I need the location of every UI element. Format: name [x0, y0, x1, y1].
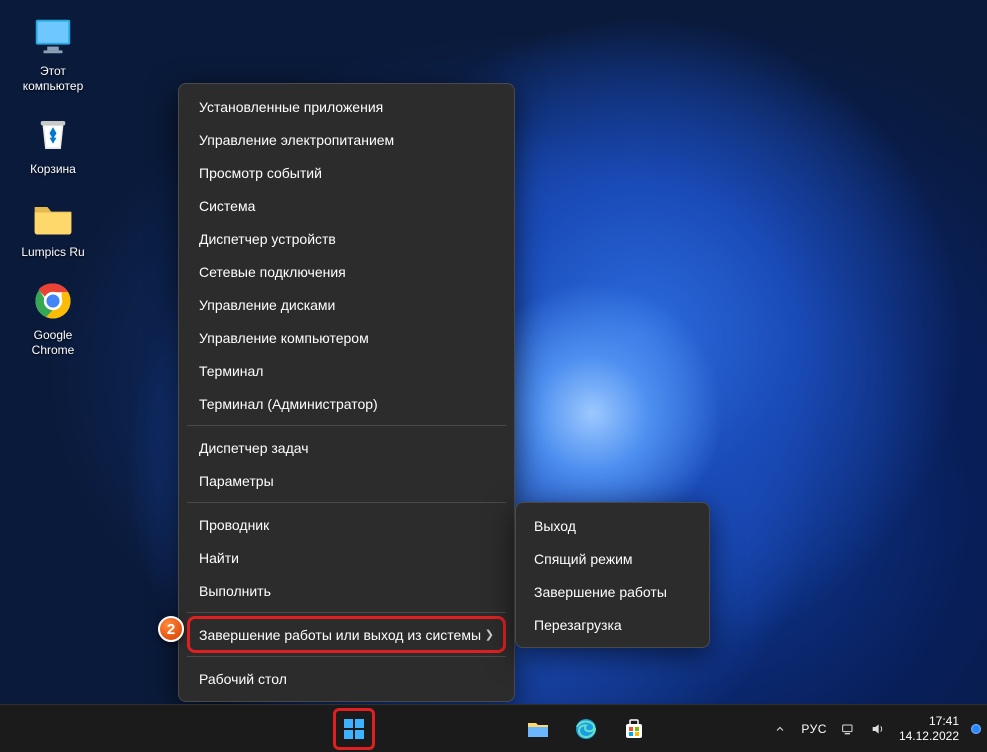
menu-label: Выполнить	[199, 583, 271, 599]
desktop-icon-this-pc[interactable]: Этот компьютер	[14, 14, 92, 94]
clock[interactable]: 17:41 14.12.2022	[899, 714, 959, 744]
taskbar-store[interactable]	[614, 709, 654, 749]
date-text: 14.12.2022	[899, 729, 959, 744]
chevron-right-icon: ❯	[485, 628, 494, 641]
tray-overflow-button[interactable]	[771, 720, 789, 738]
winx-context-menu: Установленные приложения Управление элек…	[178, 83, 515, 702]
menu-label: Рабочий стол	[199, 671, 287, 687]
menu-label: Перезагрузка	[534, 617, 622, 633]
menu-label: Система	[199, 198, 255, 214]
submenu-signout[interactable]: Выход	[516, 509, 709, 542]
desktop-icon-label: Google Chrome	[32, 328, 75, 358]
menu-event-viewer[interactable]: Просмотр событий	[179, 156, 514, 189]
menu-separator	[187, 502, 506, 503]
taskbar-center	[334, 705, 654, 752]
network-icon[interactable]	[839, 720, 857, 738]
menu-explorer[interactable]: Проводник	[179, 508, 514, 541]
menu-label: Выход	[534, 518, 576, 534]
menu-label: Спящий режим	[534, 551, 633, 567]
menu-run[interactable]: Выполнить	[179, 574, 514, 607]
menu-label: Сетевые подключения	[199, 264, 346, 280]
taskbar-edge[interactable]	[566, 709, 606, 749]
menu-label: Управление электропитанием	[199, 132, 394, 148]
desktop-icons: Этот компьютер Корзина Lumpics Ru Google…	[14, 14, 92, 358]
menu-network-connections[interactable]: Сетевые подключения	[179, 255, 514, 288]
menu-label: Терминал	[199, 363, 263, 379]
desktop-icon-label: Корзина	[30, 162, 76, 177]
menu-installed-apps[interactable]: Установленные приложения	[179, 90, 514, 123]
menu-label: Завершение работы или выход из системы	[199, 627, 481, 643]
menu-computer-management[interactable]: Управление компьютером	[179, 321, 514, 354]
submenu-sleep[interactable]: Спящий режим	[516, 542, 709, 575]
menu-label: Установленные приложения	[199, 99, 383, 115]
desktop-icon-label: Этот компьютер	[23, 64, 84, 94]
menu-terminal-admin[interactable]: Терминал (Администратор)	[179, 387, 514, 420]
submenu-shutdown[interactable]: Завершение работы	[516, 575, 709, 608]
menu-label: Управление компьютером	[199, 330, 369, 346]
monitor-icon	[30, 14, 76, 60]
menu-device-manager[interactable]: Диспетчер устройств	[179, 222, 514, 255]
menu-power-options[interactable]: Управление электропитанием	[179, 123, 514, 156]
taskbar-explorer[interactable]	[518, 709, 558, 749]
menu-label: Управление дисками	[199, 297, 335, 313]
menu-label: Параметры	[199, 473, 274, 489]
desktop-icon-recycle-bin[interactable]: Корзина	[14, 112, 92, 177]
taskbar-system-tray: РУС 17:41 14.12.2022	[771, 705, 981, 752]
time-text: 17:41	[899, 714, 959, 729]
notification-indicator[interactable]	[971, 724, 981, 734]
annotation-badge-2: 2	[158, 616, 184, 642]
bin-icon	[30, 112, 76, 158]
shutdown-submenu: Выход Спящий режим Завершение работы Пер…	[515, 502, 710, 648]
folder-icon	[30, 195, 76, 241]
menu-task-manager[interactable]: Диспетчер задач	[179, 431, 514, 464]
menu-label: Терминал (Администратор)	[199, 396, 378, 412]
desktop-icon-label: Lumpics Ru	[21, 245, 84, 260]
menu-disk-management[interactable]: Управление дисками	[179, 288, 514, 321]
menu-label: Проводник	[199, 517, 269, 533]
menu-label: Завершение работы	[534, 584, 667, 600]
submenu-restart[interactable]: Перезагрузка	[516, 608, 709, 641]
menu-desktop[interactable]: Рабочий стол	[179, 662, 514, 695]
desktop-icon-chrome[interactable]: Google Chrome	[14, 278, 92, 358]
start-button[interactable]	[334, 709, 374, 749]
menu-label: Просмотр событий	[199, 165, 322, 181]
menu-label: Диспетчер устройств	[199, 231, 336, 247]
chrome-icon	[30, 278, 76, 324]
language-indicator[interactable]: РУС	[801, 722, 827, 736]
taskbar: РУС 17:41 14.12.2022	[0, 704, 987, 752]
desktop-icon-folder[interactable]: Lumpics Ru	[14, 195, 92, 260]
menu-terminal[interactable]: Терминал	[179, 354, 514, 387]
volume-icon[interactable]	[869, 720, 887, 738]
menu-shutdown-signout[interactable]: Завершение работы или выход из системы ❯	[179, 618, 514, 651]
menu-separator	[187, 425, 506, 426]
menu-search[interactable]: Найти	[179, 541, 514, 574]
menu-separator	[187, 656, 506, 657]
menu-separator	[187, 612, 506, 613]
menu-label: Найти	[199, 550, 239, 566]
menu-label: Диспетчер задач	[199, 440, 309, 456]
menu-settings[interactable]: Параметры	[179, 464, 514, 497]
menu-system[interactable]: Система	[179, 189, 514, 222]
